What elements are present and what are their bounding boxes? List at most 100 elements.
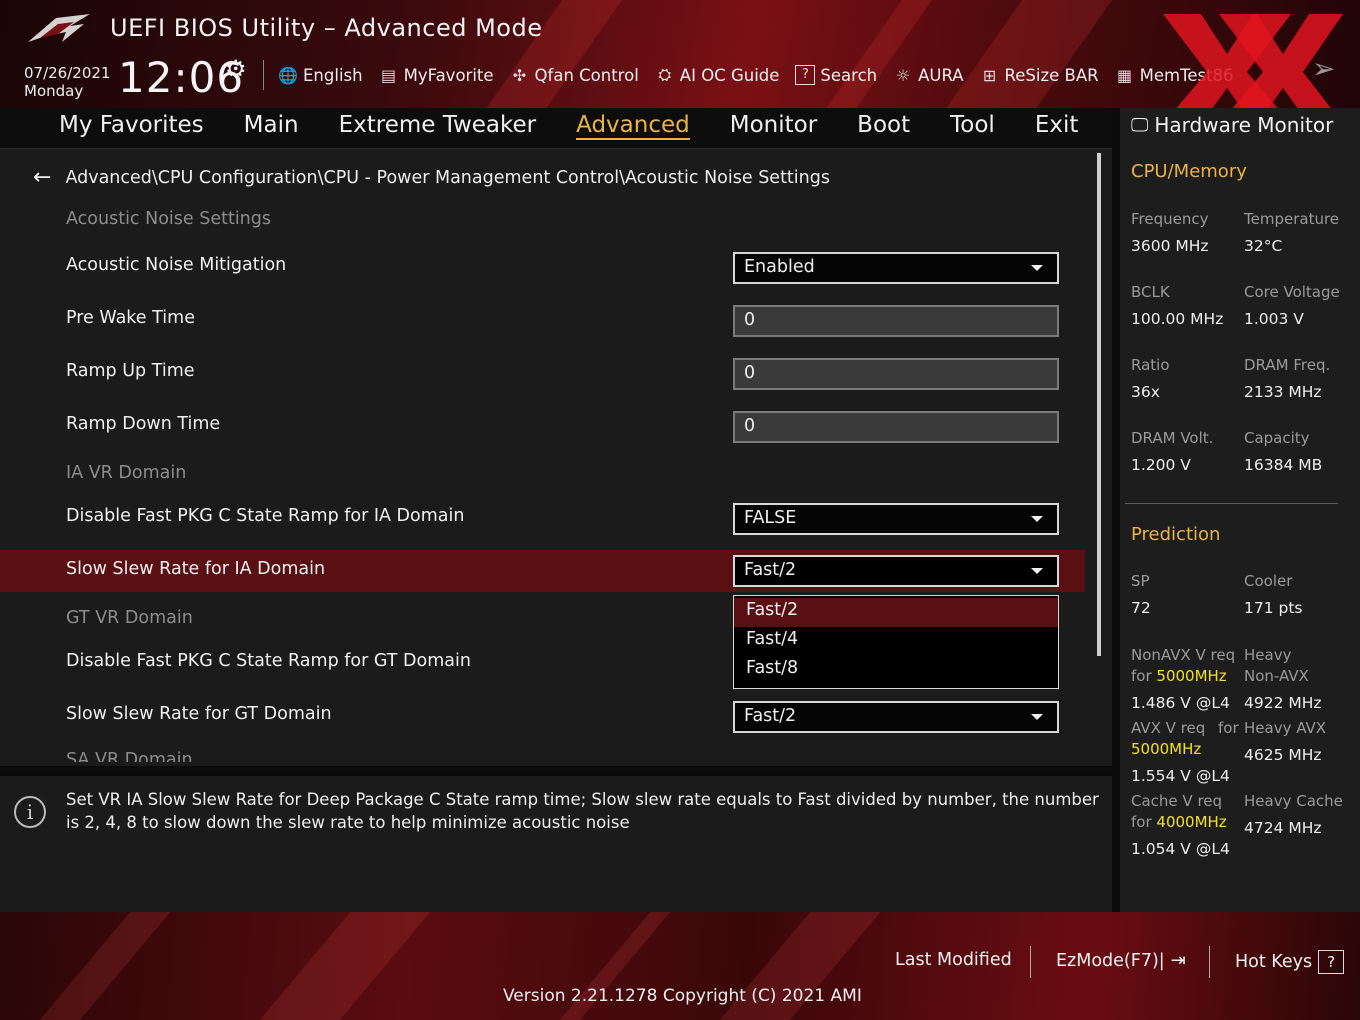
tab-exit[interactable]: Exit <box>1035 112 1079 140</box>
ramp-up-time-input[interactable]: 0 <box>733 358 1059 390</box>
dram-volt-value: 1.200 V <box>1131 456 1191 474</box>
myfavorite-button[interactable]: ▤ MyFavorite <box>379 66 494 85</box>
search-button[interactable]: ? Search <box>795 65 877 85</box>
row-acoustic-noise-mitigation[interactable]: Acoustic Noise Mitigation Enabled <box>0 246 1085 288</box>
row-pre-wake-time[interactable]: Pre Wake Time 0 <box>0 299 1085 341</box>
footer-divider <box>1030 946 1031 978</box>
slew-rate-dropdown-list: Fast/2 Fast/4 Fast/8 <box>733 595 1059 689</box>
dropdown-option-fast-8[interactable]: Fast/8 <box>734 656 1058 685</box>
cursor-mode-icon[interactable]: ➢ <box>1312 52 1335 85</box>
tab-boot[interactable]: Boot <box>857 112 910 140</box>
avx-freq: 5000MHz <box>1131 740 1202 758</box>
acoustic-noise-mitigation-select[interactable]: Enabled <box>733 252 1059 284</box>
core-voltage-value: 1.003 V <box>1244 310 1304 328</box>
qfan-control-label: Qfan Control <box>534 65 639 85</box>
last-modified-button[interactable]: Last Modified <box>895 950 1012 970</box>
nonavx-for-line: for 5000MHz <box>1131 667 1227 685</box>
slow-slew-gt-select[interactable]: Fast/2 <box>733 701 1059 733</box>
globe-icon: 🌐 <box>278 65 298 85</box>
ratio-label: Ratio <box>1131 356 1170 374</box>
row-ramp-up-time[interactable]: Ramp Up Time 0 <box>0 352 1085 394</box>
avx-value: 1.554 V @L4 <box>1131 767 1230 785</box>
main-tabs: My Favorites Main Extreme Tweaker Advanc… <box>59 112 1078 140</box>
search-icon: ? <box>795 65 816 85</box>
footer-divider <box>1209 946 1210 978</box>
aura-button[interactable]: ☼ AURA <box>893 65 964 85</box>
tab-tool[interactable]: Tool <box>950 112 995 140</box>
question-box-icon: ? <box>1318 950 1345 974</box>
hw-divider <box>1125 503 1338 504</box>
resize-bar-button[interactable]: ⊞ ReSize BAR <box>980 66 1099 85</box>
dram-freq-label: DRAM Freq. <box>1244 356 1331 374</box>
temperature-label: Temperature <box>1244 210 1340 228</box>
slow-slew-gt-label: Slow Slew Rate for GT Domain <box>66 704 332 724</box>
ramp-up-time-label: Ramp Up Time <box>66 361 195 381</box>
row-slow-slew-gt[interactable]: Slow Slew Rate for GT Domain Fast/2 <box>0 695 1085 737</box>
app-title: UEFI BIOS Utility – Advanced Mode <box>110 14 543 42</box>
dropdown-option-label: Fast/4 <box>746 629 799 649</box>
monitor-screen-icon: 🖵 <box>1131 114 1149 136</box>
nonavx-value: 1.486 V @L4 <box>1131 694 1230 712</box>
row-slow-slew-ia-selected[interactable]: Slow Slew Rate for IA Domain Fast/2 <box>0 550 1085 592</box>
clock-settings-gear-icon[interactable]: ⚙ <box>225 55 247 83</box>
disable-fast-pkg-ia-value: FALSE <box>744 508 797 528</box>
aura-label: AURA <box>918 65 964 85</box>
dram-volt-label: DRAM Volt. <box>1131 429 1214 447</box>
sp-label: SP <box>1131 572 1150 590</box>
heavy-cache-label: Heavy Cache <box>1244 792 1343 810</box>
day-value: Monday <box>24 82 84 100</box>
language-button[interactable]: 🌐 English <box>278 66 363 85</box>
dropdown-option-fast-2[interactable]: Fast/2 <box>734 598 1058 627</box>
prediction-section-title: Prediction <box>1131 524 1221 545</box>
section-sa-vr-domain-clipped: SA VR Domain <box>66 750 206 762</box>
chevron-down-icon <box>1031 265 1043 271</box>
chevron-down-icon <box>1031 568 1043 574</box>
myfavorite-label: MyFavorite <box>403 65 494 85</box>
hot-keys-button[interactable]: Hot Keys ? <box>1235 950 1345 974</box>
capacity-label: Capacity <box>1244 429 1310 447</box>
tab-extreme-tweaker[interactable]: Extreme Tweaker <box>339 112 537 140</box>
ratio-value: 36x <box>1131 383 1160 401</box>
disable-fast-pkg-ia-label: Disable Fast PKG C State Ramp for IA Dom… <box>66 506 465 526</box>
dram-freq-value: 2133 MHz <box>1244 383 1322 401</box>
pre-wake-time-input[interactable]: 0 <box>733 305 1059 337</box>
bclk-value: 100.00 MHz <box>1131 310 1224 328</box>
dropdown-option-fast-4[interactable]: Fast/4 <box>734 627 1058 656</box>
aura-light-icon: ☼ <box>895 65 911 85</box>
ramp-down-time-input[interactable]: 0 <box>733 411 1059 443</box>
tab-main[interactable]: Main <box>244 112 299 140</box>
ezmode-label: EzMode(F7)| <box>1056 950 1165 971</box>
chevron-down-icon <box>1031 516 1043 522</box>
dropdown-option-label: Fast/2 <box>746 600 799 620</box>
tab-my-favorites[interactable]: My Favorites <box>59 112 204 140</box>
heavy-nonavx-label-1: Heavy <box>1244 646 1292 664</box>
heavy-avx-label: Heavy AVX <box>1244 719 1327 737</box>
chevron-down-icon <box>1031 714 1043 720</box>
tab-advanced[interactable]: Advanced <box>576 112 690 140</box>
tab-monitor[interactable]: Monitor <box>730 112 817 140</box>
nonavx-req-label: NonAVX V req <box>1131 646 1236 664</box>
ramp-up-time-value: 0 <box>744 363 756 383</box>
exit-arrow-icon: ⇥ <box>1170 950 1186 971</box>
avx-req-label: AVX V req <box>1131 719 1206 737</box>
slow-slew-ia-select[interactable]: Fast/2 <box>733 555 1059 587</box>
row-disable-fast-pkg-ia[interactable]: Disable Fast PKG C State Ramp for IA Dom… <box>0 497 1085 539</box>
header-divider <box>263 60 264 90</box>
settings-scrollbar[interactable] <box>1097 153 1101 656</box>
ezmode-button[interactable]: EzMode(F7)| ⇥ <box>1056 950 1186 971</box>
back-arrow-icon[interactable]: ← <box>33 165 51 190</box>
ai-oc-guide-button[interactable]: ⛭ AI OC Guide <box>655 65 779 85</box>
date-display: 07/26/2021 Monday <box>24 64 110 100</box>
pre-wake-time-label: Pre Wake Time <box>66 308 195 328</box>
cpu-memory-section-title: CPU/Memory <box>1131 161 1247 182</box>
qfan-control-button[interactable]: ✣ Qfan Control <box>510 66 639 85</box>
section-gt-vr-domain: GT VR Domain <box>66 608 193 628</box>
disable-fast-pkg-ia-select[interactable]: FALSE <box>733 503 1059 535</box>
ramp-down-time-value: 0 <box>744 416 756 436</box>
cache-freq: 4000MHz <box>1156 813 1227 831</box>
ramp-down-time-label: Ramp Down Time <box>66 414 221 434</box>
row-ramp-down-time[interactable]: Ramp Down Time 0 <box>0 405 1085 447</box>
cache-for-line: for 4000MHz <box>1131 813 1227 831</box>
hardware-monitor-title: 🖵 Hardware Monitor <box>1131 113 1333 137</box>
cooler-value: 171 pts <box>1244 599 1303 617</box>
